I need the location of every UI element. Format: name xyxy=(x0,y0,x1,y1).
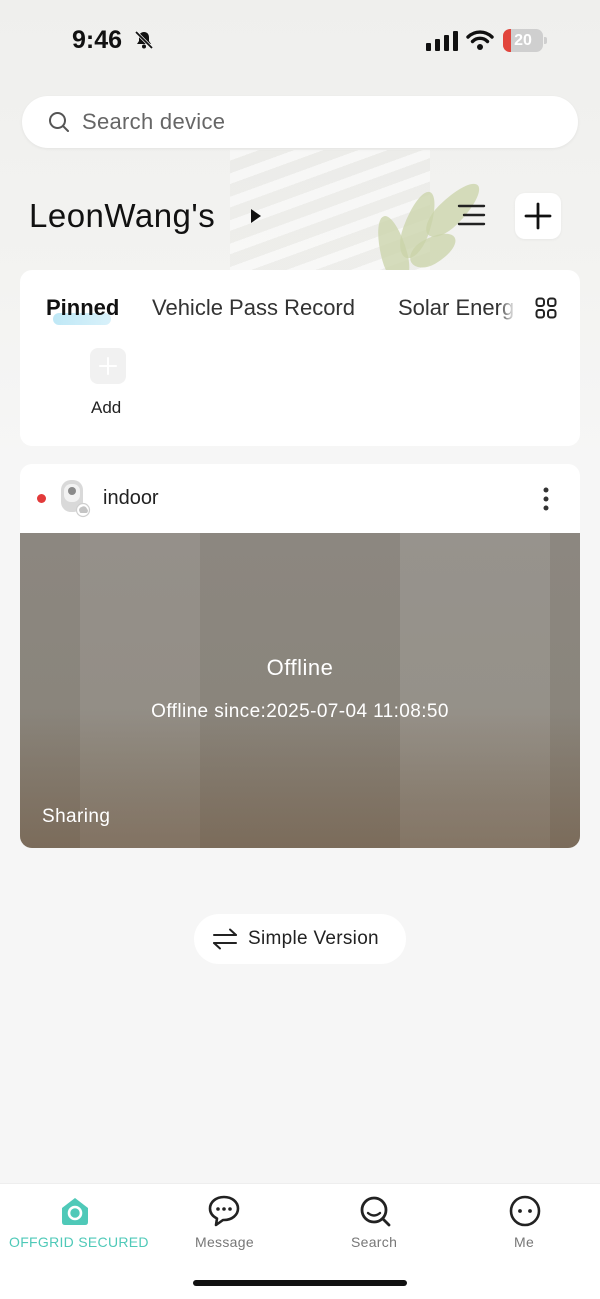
sharing-label: Sharing xyxy=(42,806,111,827)
add-device-button[interactable] xyxy=(515,193,561,239)
tab-vehicle-pass-record[interactable]: Vehicle Pass Record xyxy=(152,295,355,321)
status-time: 9:46 xyxy=(72,26,123,54)
signal-icon xyxy=(426,31,458,51)
offline-since-text: Offline since:2025-07-04 11:08:50 xyxy=(151,701,449,722)
nav-search[interactable]: Search xyxy=(300,1184,450,1264)
add-pinned-button[interactable] xyxy=(90,348,126,384)
nav-message[interactable]: Message xyxy=(150,1184,300,1264)
home-name[interactable]: LeonWang's xyxy=(29,197,215,235)
status-bar: 9:46 20 xyxy=(0,0,600,80)
device-name: indoor xyxy=(103,487,159,509)
camera-icon xyxy=(61,480,91,518)
nav-offgrid-secured[interactable]: OFFGRID SECURED xyxy=(0,1184,150,1264)
home-indicator xyxy=(193,1280,407,1286)
tab-solar-energy-wrapper: Solar Energ xyxy=(398,290,516,326)
battery-indicator: 20 xyxy=(503,29,547,52)
plus-icon xyxy=(524,202,552,230)
battery-level: 20 xyxy=(514,32,532,49)
nav-search-label: Search xyxy=(351,1234,398,1250)
search-placeholder: Search device xyxy=(82,109,226,134)
caret-right-icon[interactable] xyxy=(249,208,263,224)
simple-version-label: Simple Version xyxy=(248,928,379,949)
tab-pinned[interactable]: Pinned xyxy=(46,295,119,321)
swap-icon xyxy=(213,928,237,950)
nav-me-label: Me xyxy=(514,1234,535,1250)
nav-message-label: Message xyxy=(195,1234,254,1250)
nav-me[interactable]: Me xyxy=(450,1184,600,1264)
pinned-panel: Pinned Vehicle Pass Record Solar Energ A… xyxy=(20,270,580,446)
wifi-icon xyxy=(466,30,494,50)
device-card[interactable]: indoor Offline Offline since:2025-07-04 … xyxy=(20,464,580,848)
more-vertical-icon[interactable] xyxy=(536,485,556,513)
tab-solar-energy[interactable]: Solar Energ xyxy=(398,295,514,321)
menu-icon[interactable] xyxy=(456,200,488,230)
grid-icon[interactable] xyxy=(535,297,557,319)
offline-status-dot xyxy=(37,494,46,503)
nav-offgrid-secured-label: OFFGRID SECURED xyxy=(9,1234,149,1250)
simple-version-button[interactable]: Simple Version xyxy=(194,914,406,964)
plus-icon xyxy=(99,357,117,375)
search-icon xyxy=(49,112,69,132)
search-icon xyxy=(360,1196,391,1227)
bell-off-icon xyxy=(134,30,154,50)
camera-preview[interactable]: Offline Offline since:2025-07-04 11:08:5… xyxy=(20,533,580,848)
search-bar[interactable]: Search device xyxy=(22,96,578,148)
offline-status-text: Offline xyxy=(266,655,334,680)
home-icon xyxy=(62,1198,88,1225)
add-pinned-label: Add xyxy=(91,398,122,417)
me-icon xyxy=(509,1195,541,1227)
message-icon xyxy=(208,1195,240,1227)
